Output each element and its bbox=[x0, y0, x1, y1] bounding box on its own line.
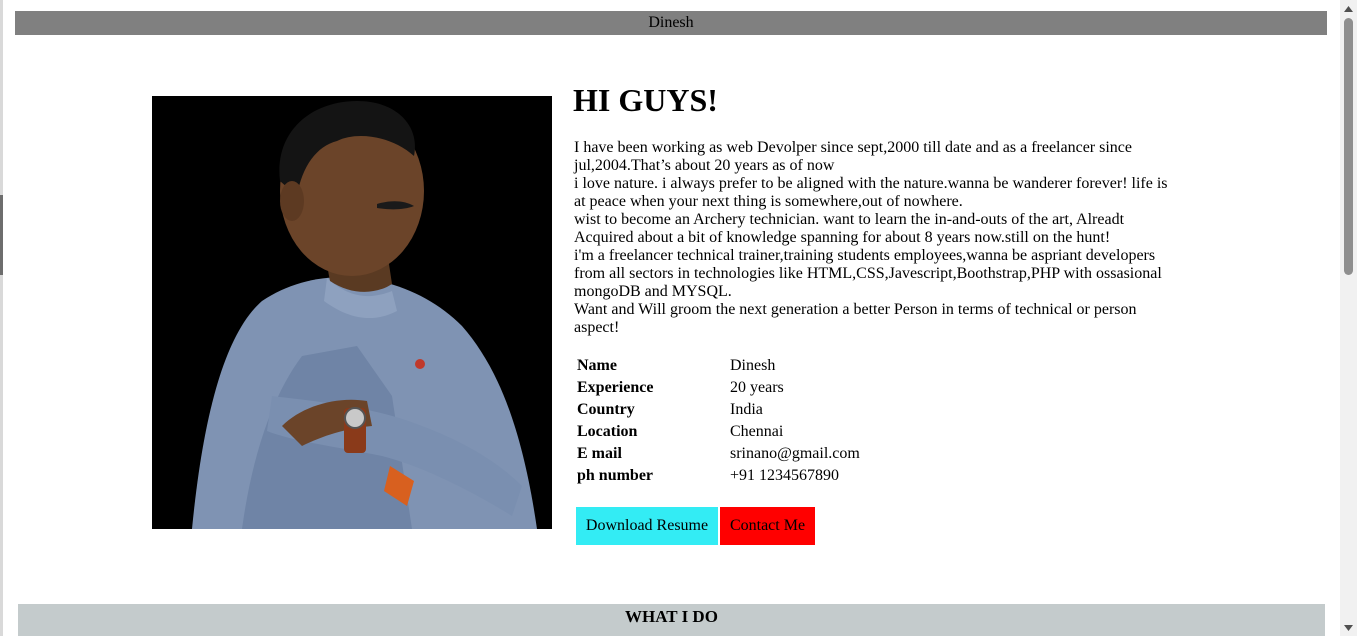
scrollbar-thumb[interactable] bbox=[1344, 18, 1353, 275]
section-header: WHAT I DO bbox=[18, 604, 1325, 636]
details-value: Chennai bbox=[730, 423, 784, 440]
details-table: Name Dinesh Experience 20 years Country … bbox=[574, 355, 863, 487]
details-label: ph number bbox=[577, 467, 654, 484]
details-row: Country India bbox=[577, 399, 860, 421]
details-label: Experience bbox=[577, 379, 654, 396]
scroll-up-button[interactable] bbox=[1340, 0, 1357, 17]
hero-heading: HI GUYS! bbox=[573, 82, 718, 118]
details-value: srinano@gmail.com bbox=[730, 445, 860, 462]
bio-paragraph: i love nature. i always prefer to be ali… bbox=[574, 175, 1168, 210]
chevron-up-icon bbox=[1344, 5, 1353, 12]
bio-paragraph: i'm a freelancer technical trainer,train… bbox=[574, 247, 1162, 300]
scroll-down-button[interactable] bbox=[1340, 619, 1357, 636]
details-value: 20 years bbox=[730, 379, 784, 396]
bio-paragraph: Want and Will groom the next generation … bbox=[574, 301, 1137, 336]
header-name: Dinesh bbox=[648, 14, 694, 31]
details-row: Name Dinesh bbox=[577, 355, 860, 377]
details-label: Name bbox=[577, 357, 617, 374]
details-label: Country bbox=[577, 401, 635, 418]
contact-me-button[interactable]: Contact Me bbox=[720, 507, 815, 545]
bio-text: I have been working as web Devolper sinc… bbox=[574, 139, 1174, 337]
section-title: WHAT I DO bbox=[625, 607, 718, 626]
profile-photo bbox=[152, 96, 552, 529]
details-row: Experience 20 years bbox=[577, 377, 860, 399]
window-edge bbox=[0, 0, 3, 636]
details-row: ph number +91 1234567890 bbox=[577, 465, 860, 487]
chevron-down-icon bbox=[1344, 624, 1353, 631]
bio-paragraph: wist to become an Archery technician. wa… bbox=[574, 211, 1125, 246]
details-row: Location Chennai bbox=[577, 421, 860, 443]
header-bar: Dinesh bbox=[15, 11, 1327, 35]
profile-photo-illustration bbox=[152, 96, 552, 529]
details-label: Location bbox=[577, 423, 638, 440]
bio-paragraph: I have been working as web Devolper sinc… bbox=[574, 139, 1132, 174]
window-edge-accent bbox=[0, 195, 3, 275]
vertical-scrollbar[interactable] bbox=[1340, 0, 1357, 636]
page-viewport: Dinesh HI GUYS! I have been working as w… bbox=[0, 0, 1357, 636]
action-buttons: Download Resume Contact Me bbox=[576, 507, 815, 545]
download-resume-button[interactable]: Download Resume bbox=[576, 507, 718, 545]
details-row: E mail srinano@gmail.com bbox=[577, 443, 860, 465]
details-value: +91 1234567890 bbox=[730, 467, 840, 484]
details-label: E mail bbox=[577, 445, 622, 462]
details-value: Dinesh bbox=[730, 357, 776, 374]
details-value: India bbox=[730, 401, 763, 418]
